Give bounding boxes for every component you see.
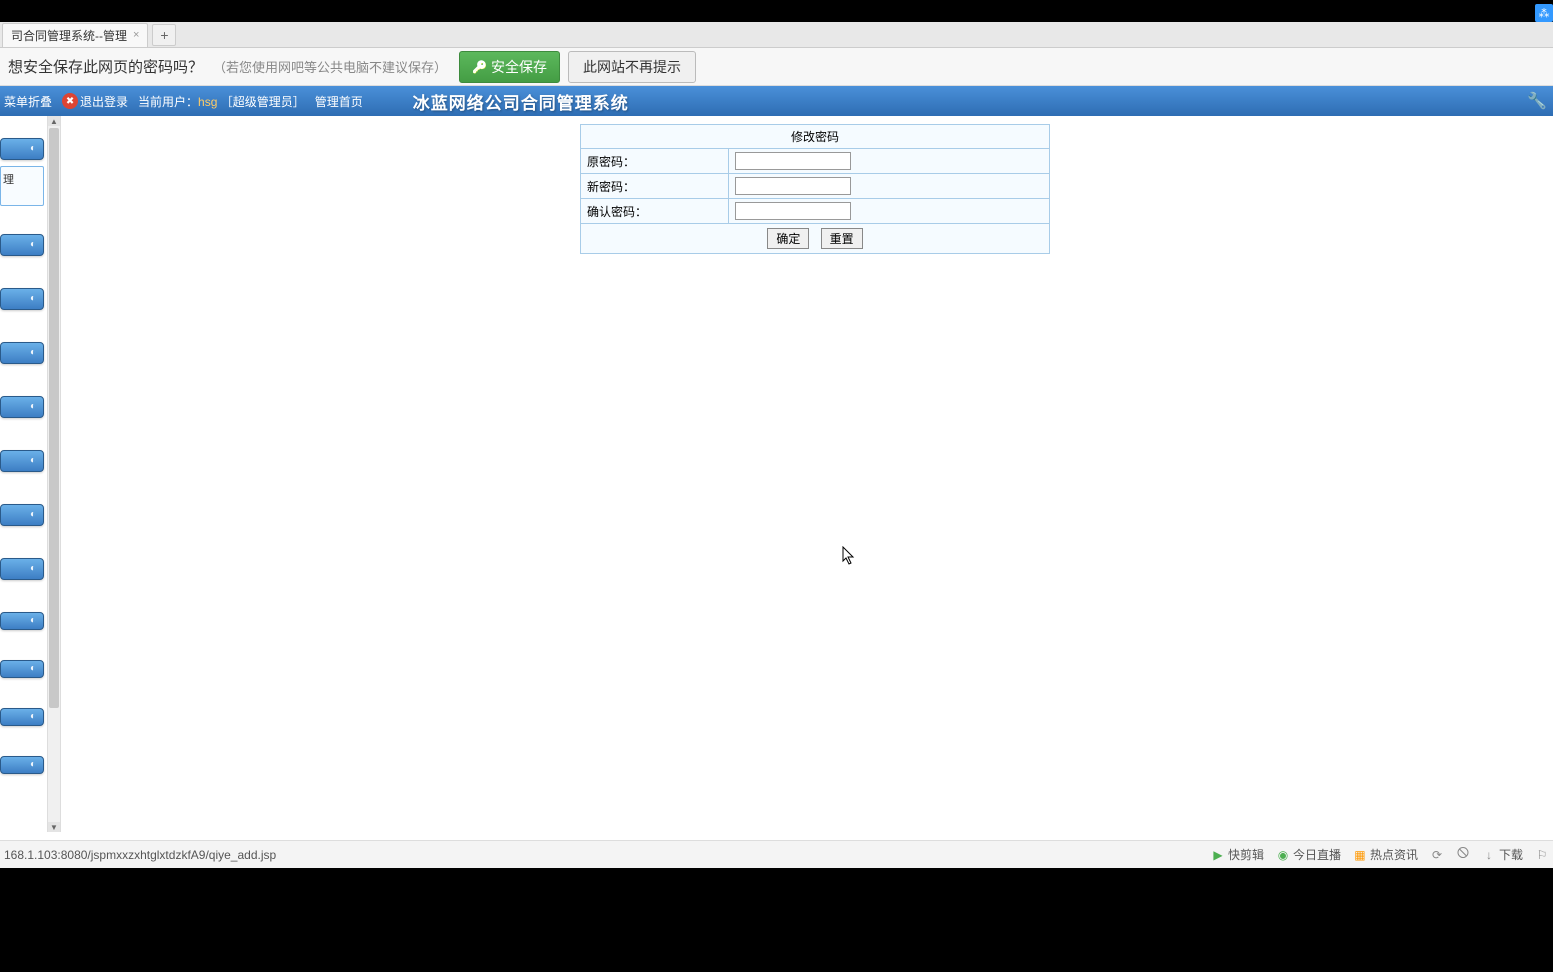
- download-icon: ↓: [1482, 848, 1496, 862]
- main-area: 理 ▲ ▼ 修改密码 原密码： 新密码：: [0, 116, 1553, 832]
- scroll-thumb[interactable]: [49, 128, 59, 708]
- browser-tab[interactable]: 司合同管理系统--管理 ×: [2, 23, 148, 47]
- user-prefix: 当前用户：: [138, 95, 198, 109]
- tab-title: 司合同管理系统--管理: [11, 27, 127, 44]
- status-url: 168.1.103:8080/jspmxxzxhtglxtdzkfA9/qiye…: [4, 848, 1211, 862]
- status-actions: ▶ 快剪辑 ◉ 今日直播 ▦ 热点资讯 ⟳ 🛇 ↓ 下载 ⚐: [1211, 846, 1549, 863]
- sidebar: 理: [0, 116, 47, 832]
- cursor-icon: [842, 546, 856, 571]
- reset-button[interactable]: 重置: [821, 228, 863, 249]
- header-tool-icon[interactable]: 🔧: [1527, 91, 1547, 111]
- scroll-down-icon[interactable]: ▼: [48, 822, 60, 832]
- confirm-password-label: 确认密码：: [581, 199, 729, 224]
- app-header: 菜单折叠 ✖ 退出登录 当前用户：hsg ［超级管理员］ 管理首页 冰蓝网络公司…: [0, 86, 1553, 116]
- app-title: 冰蓝网络公司合同管理系统: [413, 89, 629, 114]
- sidebar-item-2[interactable]: [0, 234, 44, 256]
- live-button[interactable]: ◉ 今日直播: [1276, 846, 1341, 863]
- browser-status-bar: 168.1.103:8080/jspmxxzxhtglxtdzkfA9/qiye…: [0, 840, 1553, 868]
- sidebar-item-9[interactable]: [0, 612, 44, 630]
- mute-icon[interactable]: 🛇: [1456, 848, 1470, 862]
- corner-widget-icon[interactable]: ⁂: [1535, 4, 1553, 22]
- sidebar-item-5[interactable]: [0, 396, 44, 418]
- old-password-label: 原密码：: [581, 149, 729, 174]
- old-password-input[interactable]: [735, 152, 851, 170]
- news-icon: ▦: [1353, 848, 1367, 862]
- form-title: 修改密码: [581, 125, 1050, 149]
- no-remind-button[interactable]: 此网站不再提示: [568, 51, 696, 83]
- sidebar-scrollbar[interactable]: ▲ ▼: [47, 116, 61, 832]
- logout-icon: ✖: [62, 93, 78, 109]
- new-password-label: 新密码：: [581, 174, 729, 199]
- flag-icon[interactable]: ⚐: [1535, 848, 1549, 862]
- download-button[interactable]: ↓ 下载: [1482, 846, 1523, 863]
- sidebar-item-7[interactable]: [0, 504, 44, 526]
- browser-tab-bar: 司合同管理系统--管理 × +: [0, 22, 1553, 48]
- user-role: ［超级管理员］: [221, 95, 305, 109]
- sidebar-item-11[interactable]: [0, 708, 44, 726]
- sidebar-item-3[interactable]: [0, 288, 44, 310]
- change-password-form: 修改密码 原密码： 新密码： 确认密码： 确定 重置: [580, 124, 1050, 254]
- sidebar-item-1[interactable]: [0, 138, 44, 160]
- bottom-black-bar: [0, 868, 1553, 972]
- content-area: 修改密码 原密码： 新密码： 确认密码： 确定 重置: [72, 116, 1553, 832]
- logout-link[interactable]: 退出登录: [80, 93, 128, 110]
- title-bar-black: [0, 0, 1553, 22]
- news-label: 热点资讯: [1370, 846, 1418, 863]
- close-icon[interactable]: ×: [133, 29, 139, 41]
- admin-home-link[interactable]: 管理首页: [315, 93, 363, 110]
- menu-toggle-link[interactable]: 菜单折叠: [4, 93, 52, 110]
- sidebar-item-10[interactable]: [0, 660, 44, 678]
- current-user-label: 当前用户：hsg ［超级管理员］: [138, 93, 305, 110]
- quick-cut-label: 快剪辑: [1228, 846, 1264, 863]
- download-label: 下载: [1499, 846, 1523, 863]
- sidebar-item-4[interactable]: [0, 342, 44, 364]
- ok-button[interactable]: 确定: [767, 228, 809, 249]
- sync-icon[interactable]: ⟳: [1430, 848, 1444, 862]
- save-password-button[interactable]: 安全保存: [459, 51, 560, 83]
- sidebar-wrap: 理 ▲ ▼: [0, 116, 72, 832]
- sidebar-sub-label: 理: [3, 171, 14, 187]
- new-password-input[interactable]: [735, 177, 851, 195]
- password-prompt: 想安全保存此网页的密码吗？: [8, 56, 203, 77]
- password-hint: （若您使用网吧等公共电脑不建议保存）: [213, 57, 447, 76]
- live-label: 今日直播: [1293, 846, 1341, 863]
- sidebar-item-6[interactable]: [0, 450, 44, 472]
- new-tab-button[interactable]: +: [152, 24, 176, 46]
- password-save-bar: 想安全保存此网页的密码吗？ （若您使用网吧等公共电脑不建议保存） 安全保存 此网…: [0, 48, 1553, 86]
- scroll-up-icon[interactable]: ▲: [48, 116, 60, 126]
- quick-cut-button[interactable]: ▶ 快剪辑: [1211, 846, 1264, 863]
- quick-cut-icon: ▶: [1211, 848, 1225, 862]
- news-button[interactable]: ▦ 热点资讯: [1353, 846, 1418, 863]
- sidebar-item-8[interactable]: [0, 558, 44, 580]
- sidebar-subitem[interactable]: 理: [0, 166, 44, 206]
- confirm-password-input[interactable]: [735, 202, 851, 220]
- live-icon: ◉: [1276, 848, 1290, 862]
- sidebar-item-12[interactable]: [0, 756, 44, 774]
- username: hsg: [198, 95, 217, 109]
